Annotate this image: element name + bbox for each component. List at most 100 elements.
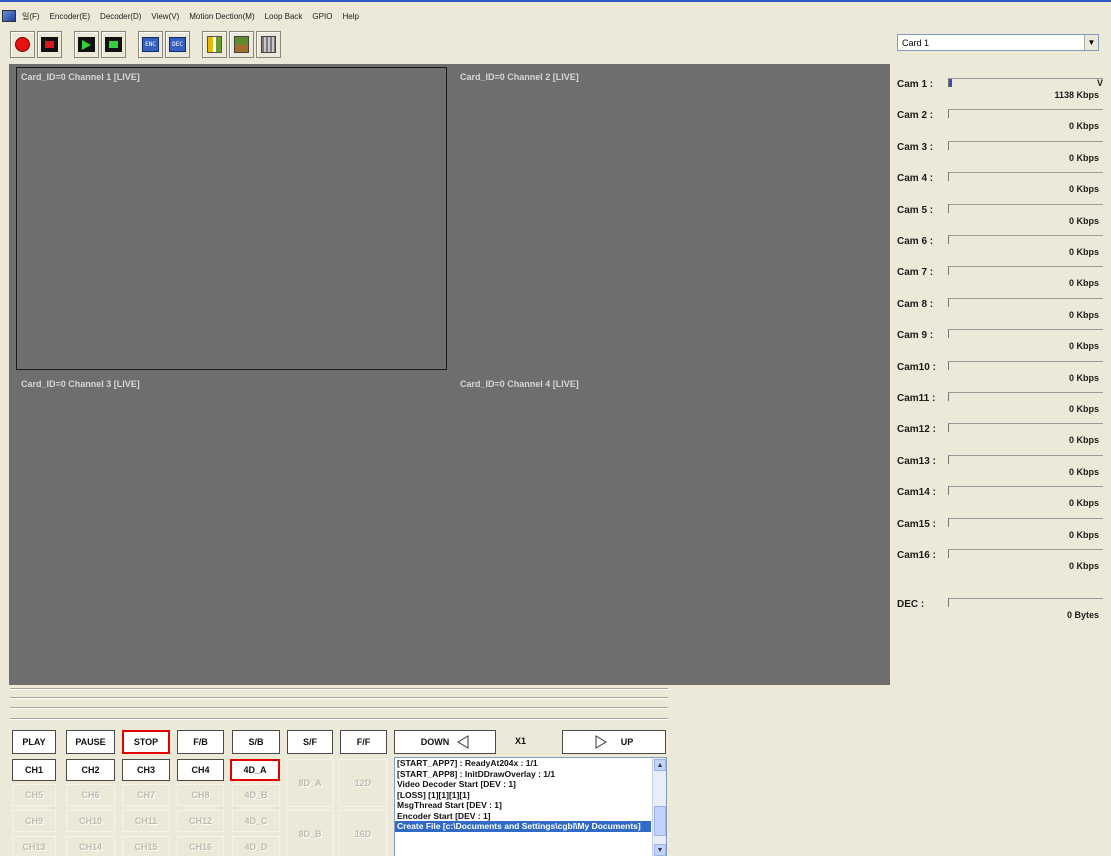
ch5-button[interactable]: CH5 — [12, 784, 56, 806]
menu-motion-detection[interactable]: Motion Dection(M) — [184, 12, 259, 21]
log-line[interactable]: [LOSS] [1][1][1][1] — [395, 790, 651, 801]
fast-backward-button[interactable]: F/B — [177, 730, 224, 754]
log-line[interactable]: MsgThread Start [DEV : 1] — [395, 800, 651, 811]
cam-label: Cam 7 : — [897, 267, 934, 279]
camera-row: Cam 8 : 0 Kbps — [893, 291, 1111, 322]
cam-meter — [948, 172, 1103, 182]
cam-meter — [948, 140, 1103, 150]
record-stop-button[interactable] — [37, 31, 62, 58]
ch11-button[interactable]: CH11 — [122, 810, 170, 832]
gate-icon — [261, 36, 276, 53]
card-select[interactable]: Card 1 ▼ — [897, 34, 1099, 51]
cam-rate: 0 Kbps — [1068, 498, 1099, 509]
speed-down-label: DOWN — [420, 737, 450, 747]
cam-meter — [948, 486, 1103, 496]
ch7-button[interactable]: CH7 — [122, 784, 170, 806]
record-button[interactable] — [10, 31, 35, 58]
ch13-button[interactable]: CH13 — [12, 836, 56, 856]
cam-rate: 0 Kbps — [1068, 404, 1099, 414]
event-log[interactable]: [START_APP7] : ReadyAt204x : 1/1 [START_A… — [394, 757, 667, 856]
cam-label: Cam14 : — [897, 487, 936, 499]
cam-label: Cam 9 : — [897, 330, 934, 342]
16d-button[interactable]: 16D — [339, 810, 387, 856]
separator — [10, 688, 668, 690]
log-line[interactable]: [START_APP8] : InitDDrawOverlay : 1/1 — [395, 769, 651, 780]
cam-meter — [948, 423, 1103, 433]
gate-button[interactable] — [256, 31, 281, 58]
cam-meter — [948, 360, 1103, 370]
scroll-down-icon[interactable]: ▼ — [654, 844, 666, 856]
channel-3-label: Card_ID=0 Channel 3 [LIVE] — [21, 379, 140, 389]
log-line[interactable]: Create File [c:\Documents and Settings\c… — [395, 821, 651, 832]
log-line[interactable]: Video Decoder Start [DEV : 1] — [395, 779, 651, 790]
8d-a-button[interactable]: 8D_A — [286, 759, 334, 807]
stop-button[interactable]: STOP — [122, 730, 170, 754]
triangle-right-icon — [595, 735, 607, 749]
cam-rate: 0 Kbps — [1068, 341, 1099, 352]
slow-backward-button[interactable]: S/B — [232, 730, 280, 754]
ch4-button[interactable]: CH4 — [177, 759, 224, 781]
4d-d-button[interactable]: 4D_D — [232, 836, 280, 856]
12d-button[interactable]: 12D — [339, 759, 387, 807]
encoder-button[interactable]: ENC — [138, 31, 163, 58]
ch3-button[interactable]: CH3 — [122, 759, 170, 781]
slow-forward-button[interactable]: S/F — [287, 730, 333, 754]
camera-bitrate-panel: Cam 1 : V 1138 Kbps Cam 2 : 0 Kbps Cam 3 : 0 K… — [893, 64, 1111, 644]
menu-view[interactable]: View(V) — [146, 12, 184, 21]
video-display-area[interactable]: Card_ID=0 Channel 1 [LIVE] Card_ID=0 Cha… — [9, 64, 890, 685]
log-line[interactable]: Encoder Start [DEV : 1] — [395, 811, 651, 822]
channel-2-label: Card_ID=0 Channel 2 [LIVE] — [460, 72, 579, 82]
scroll-thumb[interactable] — [654, 806, 666, 836]
cam-rate: 0 Kbps — [1068, 278, 1099, 289]
ch8-button[interactable]: CH8 — [177, 784, 224, 806]
fast-forward-button[interactable]: F/F — [340, 730, 387, 754]
play-button[interactable] — [74, 31, 99, 58]
pause-button[interactable]: PAUSE — [66, 730, 115, 754]
bar-button[interactable] — [202, 31, 227, 58]
cam-meter — [948, 235, 1103, 244]
speed-up-label: UP — [620, 737, 634, 747]
cam-suffix: V — [1096, 78, 1103, 88]
4d-a-button[interactable]: 4D_A — [230, 759, 280, 781]
cam-meter — [948, 392, 1103, 401]
cam-meter — [948, 297, 1103, 307]
menu-encoder[interactable]: Encoder(E) — [45, 12, 95, 21]
ch16-button[interactable]: CH16 — [177, 836, 224, 856]
menu-loop-back[interactable]: Loop Back — [260, 12, 308, 21]
chevron-down-icon[interactable]: ▼ — [1084, 35, 1098, 50]
tree-button[interactable] — [229, 31, 254, 58]
decoder-icon: DEC — [169, 37, 186, 52]
camera-row: Cam 6 : 0 Kbps — [893, 228, 1111, 259]
menu-gpio[interactable]: GPIO — [307, 12, 337, 21]
4d-c-button[interactable]: 4D_C — [232, 810, 280, 832]
channel-1-frame[interactable] — [16, 67, 447, 370]
separator — [10, 697, 668, 699]
play-control-button[interactable]: PLAY — [12, 730, 56, 754]
cam-label: Cam 5 : — [897, 204, 934, 216]
speed-up-button[interactable]: UP — [562, 730, 666, 754]
play-stop-button[interactable] — [101, 31, 126, 58]
record-stop-icon — [41, 37, 58, 52]
speed-down-button[interactable]: DOWN — [394, 730, 496, 754]
log-scrollbar[interactable]: ▲ ▼ — [652, 758, 666, 856]
camera-row: Cam 9 : 0 Kbps — [893, 322, 1111, 353]
log-line[interactable]: [START_APP7] : ReadyAt204x : 1/1 — [395, 758, 651, 769]
ch12-button[interactable]: CH12 — [177, 810, 224, 832]
decoder-button[interactable]: DEC — [165, 31, 190, 58]
cam-label: Cam 6 : — [897, 236, 934, 247]
8d-b-button[interactable]: 8D_B — [286, 810, 334, 856]
toolbar: ENC DEC — [10, 31, 281, 60]
4d-b-button[interactable]: 4D_B — [232, 784, 280, 806]
scroll-up-icon[interactable]: ▲ — [654, 759, 666, 771]
ch2-button[interactable]: CH2 — [66, 759, 115, 781]
menu-help[interactable]: Help — [337, 12, 363, 21]
menu-decoder[interactable]: Decoder(D) — [95, 12, 146, 21]
ch1-button[interactable]: CH1 — [12, 759, 56, 781]
ch14-button[interactable]: CH14 — [66, 836, 115, 856]
ch9-button[interactable]: CH9 — [12, 810, 56, 832]
ch6-button[interactable]: CH6 — [66, 784, 115, 806]
menu-file[interactable]: 일(F) — [17, 11, 45, 22]
ch10-button[interactable]: CH10 — [66, 810, 115, 832]
camera-row: Cam 2 : 0 Kbps — [893, 102, 1111, 133]
ch15-button[interactable]: CH15 — [122, 836, 170, 856]
